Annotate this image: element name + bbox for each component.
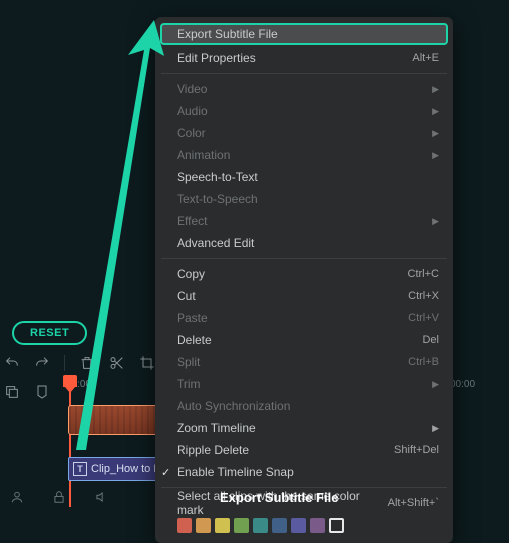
menu-item-enable-timeline-snap[interactable]: ✓ Enable Timeline Snap xyxy=(155,461,453,483)
bottom-bar xyxy=(0,490,108,507)
menu-label: Trim xyxy=(177,377,426,391)
timeline-toolbar-2 xyxy=(4,384,50,403)
menu-shortcut: Del xyxy=(422,334,439,346)
menu-item-edit-properties[interactable]: Edit PropertiesAlt+E xyxy=(155,47,453,69)
menu-label: Split xyxy=(177,355,408,369)
menu-label: Edit Properties xyxy=(177,51,412,65)
toolbar-divider xyxy=(64,355,65,371)
chevron-right-icon: ▶ xyxy=(432,379,439,390)
color-swatch[interactable] xyxy=(329,518,344,533)
menu-item-video: Video ▶ xyxy=(155,78,453,100)
menu-label: Video xyxy=(177,82,426,96)
time-tick: 00:00 xyxy=(450,379,475,390)
color-swatch[interactable] xyxy=(234,518,249,533)
scissors-icon[interactable] xyxy=(109,355,125,371)
menu-item-ripple-delete[interactable]: Ripple DeleteShift+Del xyxy=(155,439,453,461)
menu-item-delete[interactable]: DeleteDel xyxy=(155,329,453,351)
menu-item-animation: Animation ▶ xyxy=(155,144,453,166)
menu-label: Effect xyxy=(177,214,426,228)
menu-label: Copy xyxy=(177,267,408,281)
menu-shortcut: Alt+Shift+` xyxy=(388,497,439,509)
time-tick: 00:00 xyxy=(66,379,91,390)
chevron-right-icon: ▶ xyxy=(432,216,439,227)
color-swatch[interactable] xyxy=(310,518,325,533)
text-clip-label: Clip_How to B xyxy=(91,463,161,475)
trash-icon[interactable] xyxy=(79,355,95,371)
menu-label: Speech-to-Text xyxy=(177,170,439,184)
text-icon: T xyxy=(73,462,87,476)
menu-separator xyxy=(161,73,447,74)
copy-icon[interactable] xyxy=(4,384,20,403)
menu-shortcut: Shift+Del xyxy=(394,444,439,456)
menu-label: Enable Timeline Snap xyxy=(177,465,439,479)
menu-shortcut: Ctrl+C xyxy=(408,268,439,280)
color-swatch[interactable] xyxy=(196,518,211,533)
menu-item-trim: Trim ▶ xyxy=(155,373,453,395)
menu-label: Advanced Edit xyxy=(177,236,439,250)
lock-icon[interactable] xyxy=(52,490,66,507)
menu-label: Auto Synchronization xyxy=(177,399,439,413)
menu-item-copy[interactable]: CopyCtrl+C xyxy=(155,263,453,285)
context-menu: Export Subtitle File Edit PropertiesAlt+E… xyxy=(155,17,453,543)
undo-icon[interactable] xyxy=(4,355,20,371)
menu-shortcut: Ctrl+V xyxy=(408,312,439,324)
color-swatch[interactable] xyxy=(272,518,287,533)
chevron-right-icon: ▶ xyxy=(432,128,439,139)
chevron-right-icon: ▶ xyxy=(432,106,439,117)
menu-label: Ripple Delete xyxy=(177,443,394,457)
menu-label: Paste xyxy=(177,311,408,325)
menu-label: Export Subtitle File xyxy=(177,27,439,41)
menu-separator xyxy=(161,258,447,259)
menu-item-advanced-edit[interactable]: Advanced Edit xyxy=(155,232,453,254)
menu-shortcut: Alt+E xyxy=(412,52,439,64)
menu-item-split: SplitCtrl+B xyxy=(155,351,453,373)
menu-item-auto-synchronization: Auto Synchronization xyxy=(155,395,453,417)
menu-item-cut[interactable]: CutCtrl+X xyxy=(155,285,453,307)
menu-label: Audio xyxy=(177,104,426,118)
color-swatch[interactable] xyxy=(215,518,230,533)
reset-button[interactable]: RESET xyxy=(12,321,87,345)
color-mark-row xyxy=(155,514,453,539)
chevron-right-icon: ▶ xyxy=(432,150,439,161)
timeline-toolbar xyxy=(4,355,155,371)
crop-icon[interactable] xyxy=(139,355,155,371)
marker-icon[interactable] xyxy=(34,384,50,403)
menu-item-zoom-timeline[interactable]: Zoom Timeline ▶ xyxy=(155,417,453,439)
menu-label: Text-to-Speech xyxy=(177,192,439,206)
color-swatch[interactable] xyxy=(291,518,306,533)
menu-label: Delete xyxy=(177,333,422,347)
tooltip: Export Subtitle File xyxy=(220,490,338,505)
menu-item-paste: PasteCtrl+V xyxy=(155,307,453,329)
menu-label: Cut xyxy=(177,289,408,303)
menu-shortcut: Ctrl+X xyxy=(408,290,439,302)
color-swatch[interactable] xyxy=(253,518,268,533)
menu-item-text-to-speech: Text-to-Speech xyxy=(155,188,453,210)
redo-icon[interactable] xyxy=(34,355,50,371)
menu-label: Animation xyxy=(177,148,426,162)
menu-shortcut: Ctrl+B xyxy=(408,356,439,368)
mute-icon[interactable] xyxy=(94,490,108,507)
menu-item-effect: Effect ▶ xyxy=(155,210,453,232)
menu-item-audio: Audio ▶ xyxy=(155,100,453,122)
menu-item-speech-to-text[interactable]: Speech-to-Text xyxy=(155,166,453,188)
check-icon: ✓ xyxy=(161,466,170,479)
person-icon[interactable] xyxy=(10,490,24,507)
color-swatch[interactable] xyxy=(177,518,192,533)
menu-label: Color xyxy=(177,126,426,140)
menu-item-color: Color ▶ xyxy=(155,122,453,144)
chevron-right-icon: ▶ xyxy=(432,84,439,95)
menu-separator xyxy=(161,487,447,488)
chevron-right-icon: ▶ xyxy=(432,423,439,434)
menu-item-export-subtitle-file[interactable]: Export Subtitle File xyxy=(160,23,448,45)
menu-label: Zoom Timeline xyxy=(177,421,426,435)
